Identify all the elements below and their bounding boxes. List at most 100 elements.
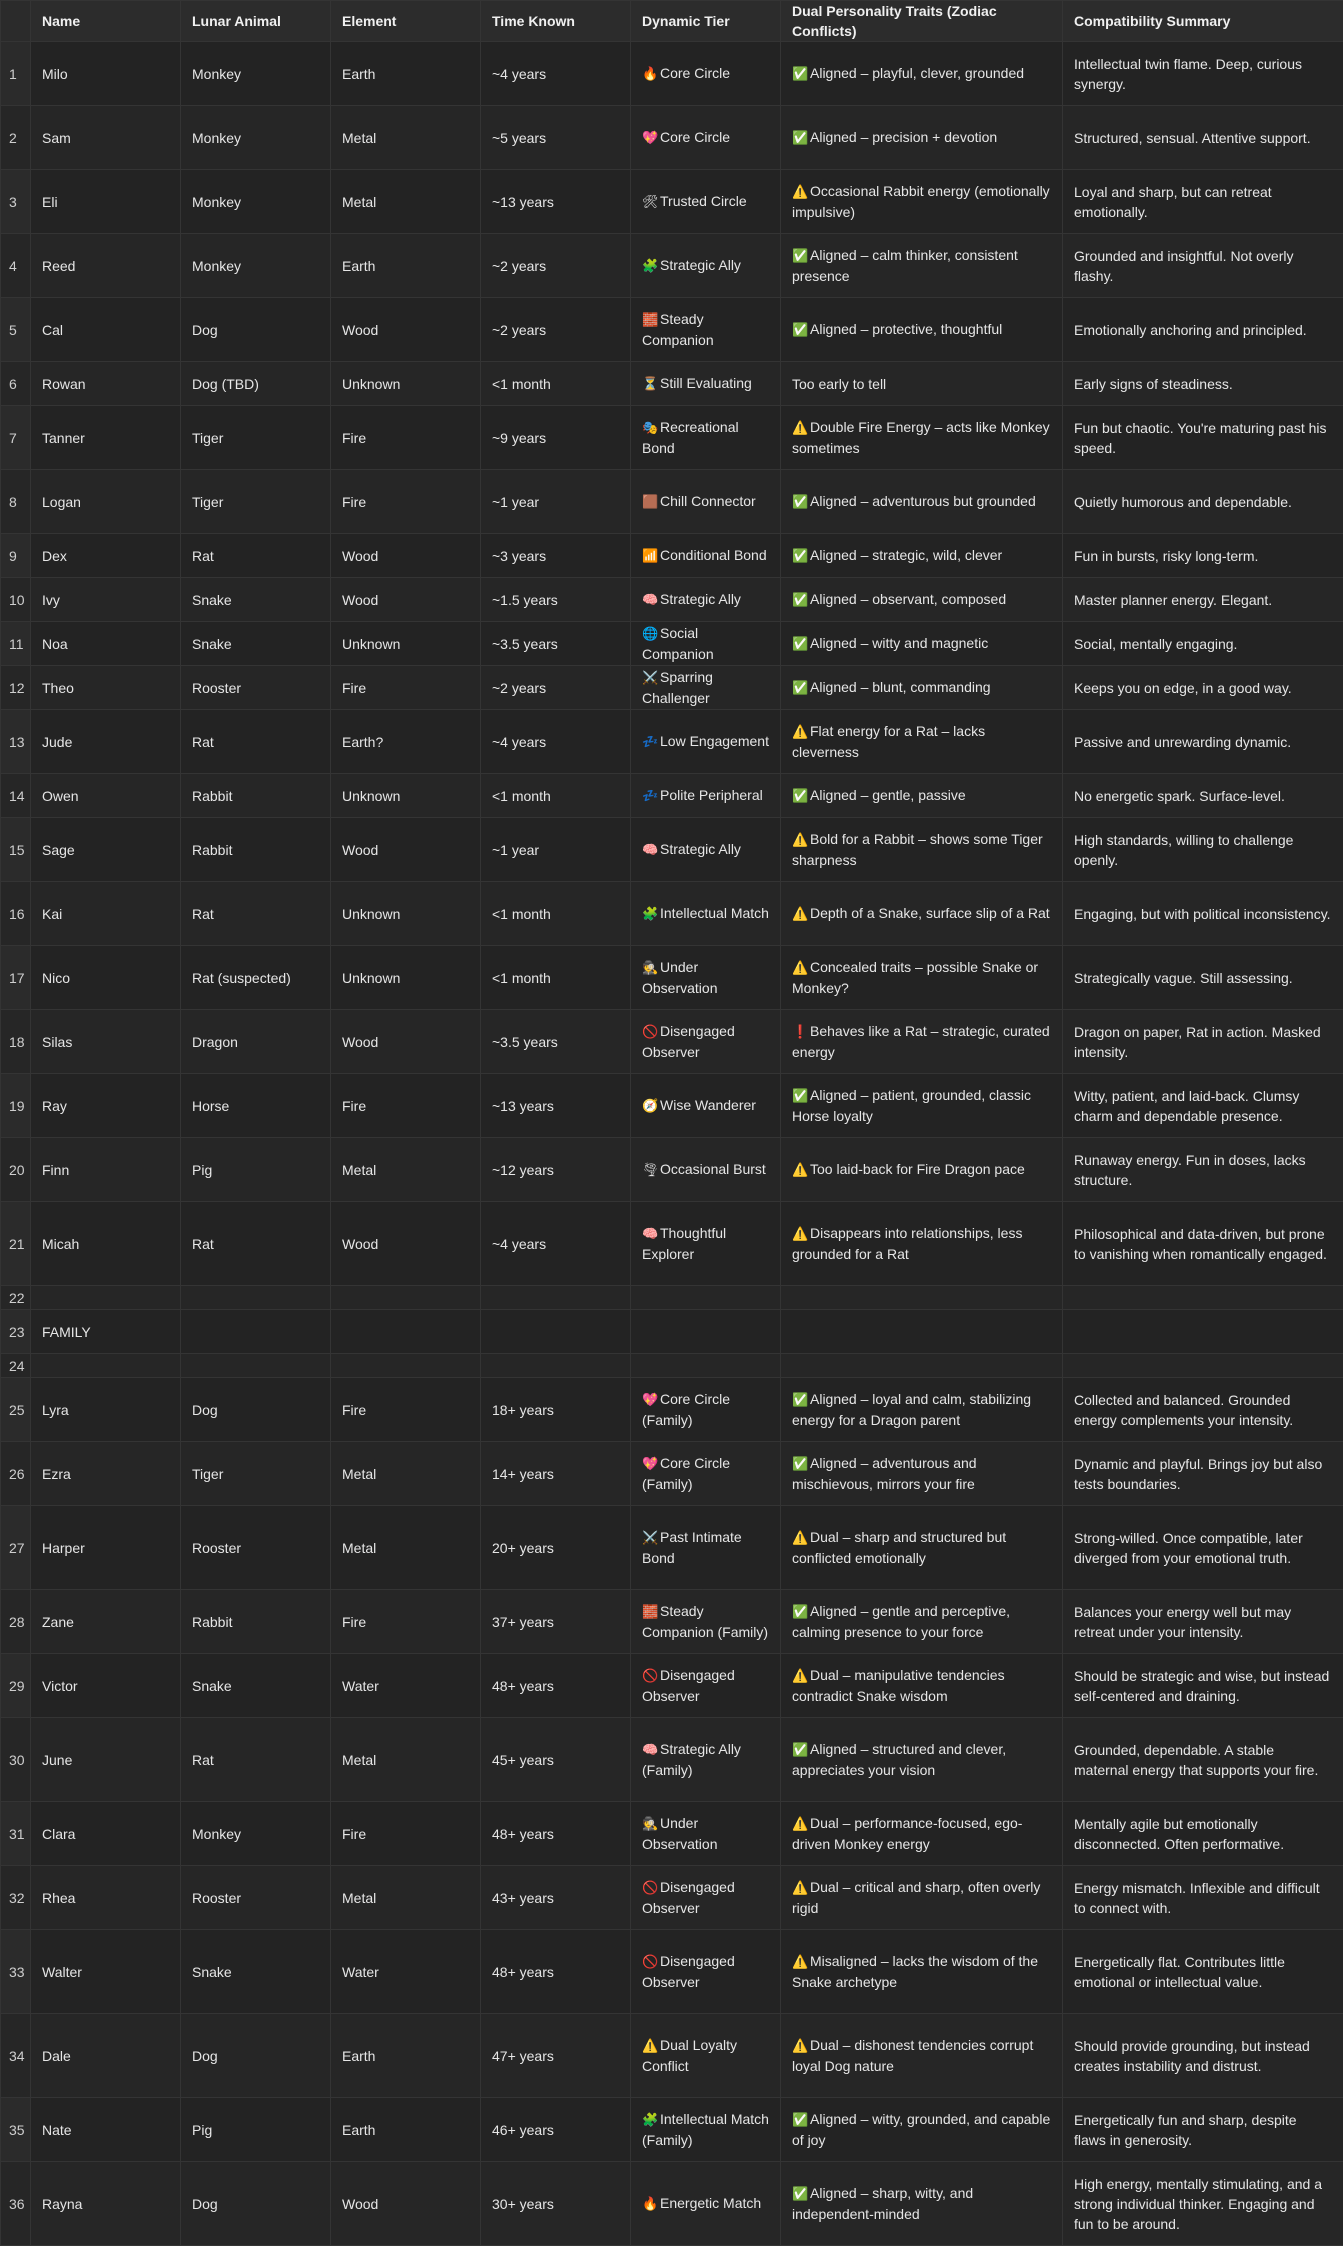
lunar-animal-cell[interactable]: Rabbit [181,774,331,818]
dynamic-tier-cell[interactable]: ⚠️Dual Loyalty Conflict [631,2014,781,2098]
compatibility-summary-cell[interactable]: Fun in bursts, risky long-term. [1063,534,1343,578]
dual-traits-cell[interactable]: ✅Aligned – strategic, wild, clever [781,534,1063,578]
time-known-cell[interactable] [481,1310,631,1354]
row-number[interactable]: 19 [1,1074,31,1138]
row-number[interactable]: 18 [1,1010,31,1074]
dynamic-tier-cell[interactable]: ⚔️Past Intimate Bond [631,1506,781,1590]
column-header-lunar-animal[interactable]: Lunar Animal [181,1,331,42]
time-known-cell[interactable]: 37+ years [481,1590,631,1654]
element-cell[interactable]: Fire [331,1074,481,1138]
row-number[interactable]: 33 [1,1930,31,2014]
row-number[interactable]: 14 [1,774,31,818]
lunar-animal-cell[interactable]: Monkey [181,170,331,234]
dual-traits-cell[interactable]: ⚠️Misaligned – lacks the wisdom of the S… [781,1930,1063,2014]
time-known-cell[interactable]: 48+ years [481,1802,631,1866]
lunar-animal-cell[interactable]: Tiger [181,1442,331,1506]
name-cell[interactable]: Nate [31,2098,181,2162]
name-cell[interactable]: Noa [31,622,181,666]
dual-traits-cell[interactable]: ✅Aligned – gentle, passive [781,774,1063,818]
lunar-animal-cell[interactable]: Rat (suspected) [181,946,331,1010]
dual-traits-cell[interactable]: ⚠️Occasional Rabbit energy (emotionally … [781,170,1063,234]
column-header-dual-traits[interactable]: Dual Personality Traits (Zodiac Conflict… [781,1,1063,42]
row-number[interactable]: 28 [1,1590,31,1654]
time-known-cell[interactable]: <1 month [481,882,631,946]
row-number[interactable]: 11 [1,622,31,666]
element-cell[interactable]: Metal [331,1506,481,1590]
lunar-animal-cell[interactable]: Snake [181,578,331,622]
lunar-animal-cell[interactable]: Rat [181,1718,331,1802]
lunar-animal-cell[interactable]: Monkey [181,42,331,106]
row-number[interactable]: 17 [1,946,31,1010]
dynamic-tier-cell[interactable]: 🧩Intellectual Match (Family) [631,2098,781,2162]
lunar-animal-cell[interactable]: Tiger [181,406,331,470]
name-cell[interactable]: Ray [31,1074,181,1138]
time-known-cell[interactable]: ~12 years [481,1138,631,1202]
dual-traits-cell[interactable]: ✅Aligned – observant, composed [781,578,1063,622]
column-header-name[interactable]: Name [31,1,181,42]
dual-traits-cell[interactable]: ⚠️Flat energy for a Rat – lacks cleverne… [781,710,1063,774]
dual-traits-cell[interactable]: ⚠️Dual – sharp and structured but confli… [781,1506,1063,1590]
lunar-animal-cell[interactable]: Rooster [181,1506,331,1590]
time-known-cell[interactable]: ~3 years [481,534,631,578]
dual-traits-cell[interactable]: ✅Aligned – sharp, witty, and independent… [781,2162,1063,2246]
lunar-animal-cell[interactable]: Rat [181,1202,331,1286]
lunar-animal-cell[interactable]: Tiger [181,470,331,534]
time-known-cell[interactable]: ~4 years [481,710,631,774]
row-number[interactable]: 25 [1,1378,31,1442]
dynamic-tier-cell[interactable]: 🧠Strategic Ally [631,818,781,882]
row-number[interactable]: 26 [1,1442,31,1506]
dual-traits-cell[interactable]: ✅Aligned – gentle and perceptive, calmin… [781,1590,1063,1654]
row-number[interactable]: 32 [1,1866,31,1930]
time-known-cell[interactable] [481,1286,631,1310]
compatibility-summary-cell[interactable]: Emotionally anchoring and principled. [1063,298,1343,362]
name-cell[interactable]: Cal [31,298,181,362]
name-cell[interactable]: Ezra [31,1442,181,1506]
lunar-animal-cell[interactable]: Monkey [181,1802,331,1866]
name-cell[interactable]: Reed [31,234,181,298]
compatibility-summary-cell[interactable]: Strong-willed. Once compatible, later di… [1063,1506,1343,1590]
dynamic-tier-cell[interactable]: 🔥Energetic Match [631,2162,781,2246]
compatibility-summary-cell[interactable] [1063,1310,1343,1354]
compatibility-summary-cell[interactable]: Energetically fun and sharp, despite fla… [1063,2098,1343,2162]
row-number[interactable]: 1 [1,42,31,106]
dual-traits-cell[interactable]: ✅Aligned – witty, grounded, and capable … [781,2098,1063,2162]
name-cell[interactable]: Milo [31,42,181,106]
lunar-animal-cell[interactable]: Pig [181,2098,331,2162]
dynamic-tier-cell[interactable]: 🌪Occasional Burst [631,1138,781,1202]
element-cell[interactable] [331,1310,481,1354]
row-number[interactable]: 13 [1,710,31,774]
dynamic-tier-cell[interactable]: ⏳Still Evaluating [631,362,781,406]
element-cell[interactable]: Earth? [331,710,481,774]
compatibility-summary-cell[interactable]: No energetic spark. Surface-level. [1063,774,1343,818]
element-cell[interactable]: Wood [331,578,481,622]
dual-traits-cell[interactable]: ✅Aligned – playful, clever, grounded [781,42,1063,106]
row-number[interactable]: 8 [1,470,31,534]
lunar-animal-cell[interactable] [181,1286,331,1310]
dynamic-tier-cell[interactable]: 🚫Disengaged Observer [631,1654,781,1718]
dynamic-tier-cell[interactable]: 🔥Core Circle [631,42,781,106]
time-known-cell[interactable]: ~1 year [481,818,631,882]
name-cell[interactable]: June [31,1718,181,1802]
row-number[interactable]: 7 [1,406,31,470]
element-cell[interactable]: Wood [331,298,481,362]
dynamic-tier-cell[interactable]: 🚫Disengaged Observer [631,1010,781,1074]
dynamic-tier-cell[interactable]: 🛠Trusted Circle [631,170,781,234]
row-number[interactable]: 21 [1,1202,31,1286]
element-cell[interactable]: Wood [331,1010,481,1074]
dual-traits-cell[interactable]: ✅Aligned – protective, thoughtful [781,298,1063,362]
dynamic-tier-cell[interactable]: 🚫Disengaged Observer [631,1930,781,2014]
lunar-animal-cell[interactable]: Rat [181,710,331,774]
compatibility-summary-cell[interactable]: Social, mentally engaging. [1063,622,1343,666]
compatibility-summary-cell[interactable]: Keeps you on edge, in a good way. [1063,666,1343,710]
element-cell[interactable]: Metal [331,106,481,170]
name-cell[interactable]: Jude [31,710,181,774]
time-known-cell[interactable]: 43+ years [481,1866,631,1930]
element-cell[interactable]: Water [331,1654,481,1718]
dynamic-tier-cell[interactable]: 🧠Thoughtful Explorer [631,1202,781,1286]
name-cell[interactable]: FAMILY [31,1310,181,1354]
dynamic-tier-cell[interactable]: 🧱Steady Companion [631,298,781,362]
dynamic-tier-cell[interactable]: 📶Conditional Bond [631,534,781,578]
name-cell[interactable]: Nico [31,946,181,1010]
element-cell[interactable]: Unknown [331,882,481,946]
time-known-cell[interactable]: ~2 years [481,234,631,298]
